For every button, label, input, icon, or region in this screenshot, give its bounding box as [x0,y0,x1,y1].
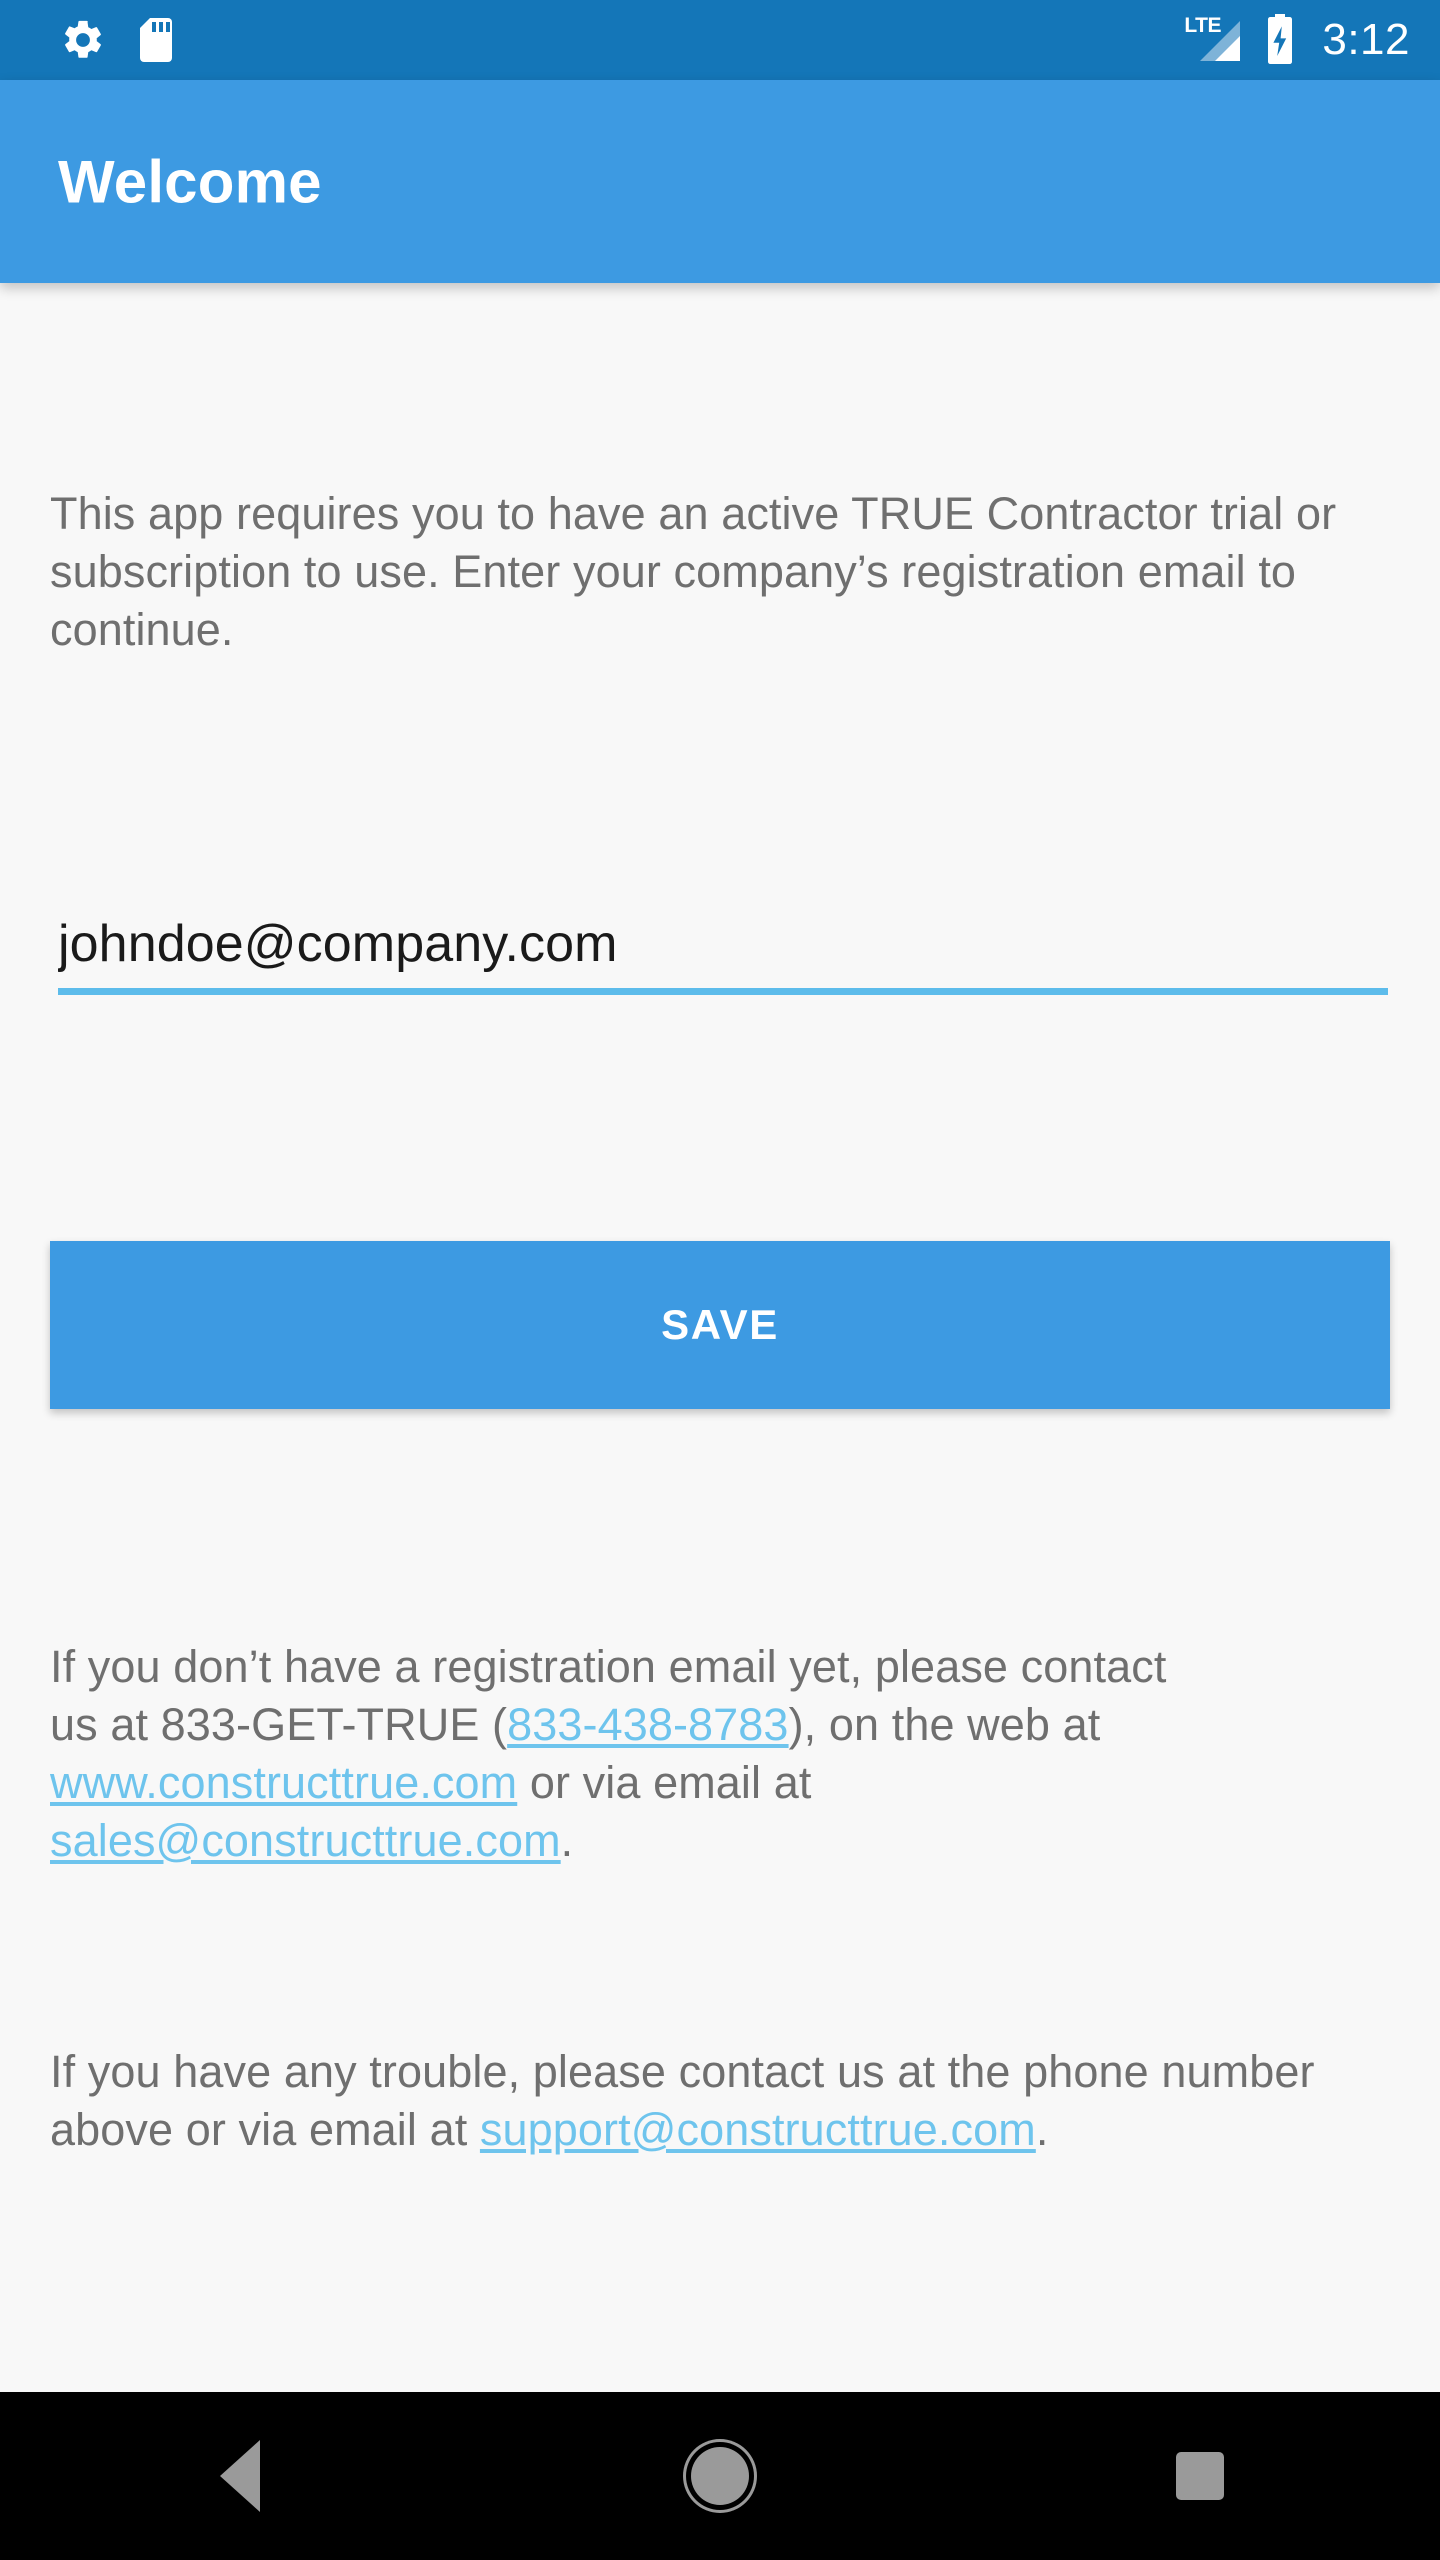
sales-email-link[interactable]: sales@constructtrue.com [50,1815,561,1866]
contact-text-part2: ), on the web at [788,1699,1101,1750]
phone-screen: LTE 3:12 Welcome This app requires you t… [0,0,1440,2560]
main-content: This app requires you to have an active … [0,283,1440,2392]
save-button[interactable]: SAVE [50,1241,1390,1409]
registration-email-input[interactable] [58,914,1388,988]
nav-recents-button[interactable] [1120,2392,1280,2560]
phone-number-link[interactable]: 833-438-8783 [507,1699,788,1750]
trouble-text-part2: . [1035,2104,1049,2155]
signal-bars-icon: LTE [1184,15,1244,63]
status-bar-right-icons: LTE 3:12 [1184,14,1414,66]
battery-charging-icon [1264,14,1296,66]
circle-home-icon [691,2447,749,2505]
nav-back-button[interactable] [160,2392,320,2560]
triangle-back-icon [220,2440,260,2512]
email-input-underline [58,988,1388,995]
sd-card-icon [136,16,176,64]
status-bar-clock: 3:12 [1322,15,1410,64]
page-title: Welcome [58,148,322,215]
contact-paragraph: If you don’t have a registration email y… [50,1638,1170,1870]
support-email-link[interactable]: support@constructtrue.com [480,2104,1036,2155]
status-bar: LTE 3:12 [0,0,1440,80]
contact-text-part4: . [560,1815,574,1866]
app-bar: Welcome [0,80,1440,283]
status-bar-left-icons [60,16,176,64]
gear-icon [60,17,106,63]
intro-description: This app requires you to have an active … [50,488,1337,655]
website-link[interactable]: www.constructtrue.com [50,1757,517,1808]
trouble-paragraph: If you have any trouble, please contact … [50,2043,1395,2159]
email-field-group [58,914,1388,995]
contact-text-part3: or via email at [517,1757,812,1808]
nav-home-button[interactable] [640,2392,800,2560]
square-recents-icon [1176,2452,1224,2500]
android-navigation-bar [0,2392,1440,2560]
